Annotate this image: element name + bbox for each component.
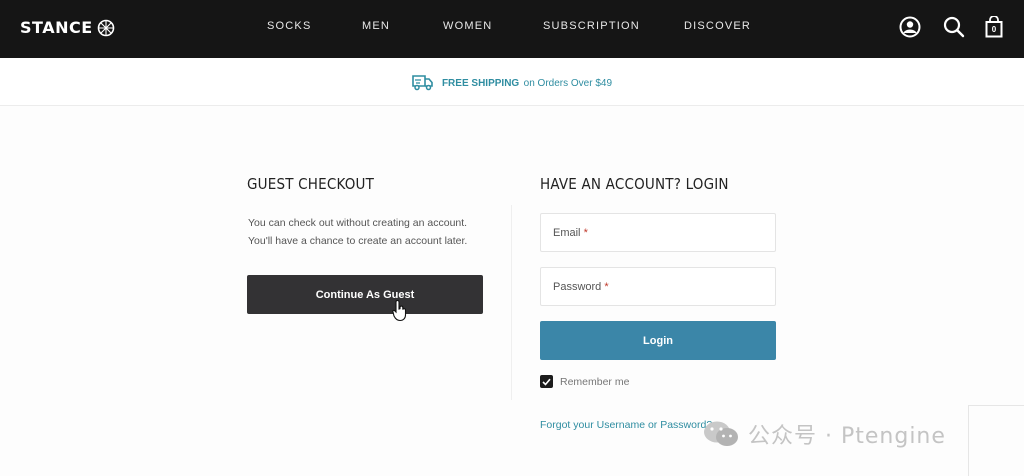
password-field[interactable]: Password * [540, 267, 776, 306]
account-icon[interactable] [899, 16, 921, 38]
cart-count: 0 [991, 25, 997, 34]
free-shipping-banner: FREE SHIPPING on Orders Over $49 [0, 58, 1024, 106]
remember-me-checkbox[interactable] [540, 375, 553, 388]
column-divider [511, 205, 512, 400]
free-shipping-label: FREE SHIPPING [441, 77, 520, 89]
continue-as-guest-button[interactable]: Continue As Guest [247, 275, 483, 314]
search-icon[interactable] [943, 16, 965, 38]
guest-checkout-title: GUEST CHECKOUT [247, 175, 375, 193]
hand-cursor-icon [392, 300, 407, 322]
nav-men[interactable]: MEN [362, 20, 390, 32]
free-shipping-condition: on Orders Over $49 [523, 77, 613, 89]
nav-women[interactable]: WOMEN [443, 20, 492, 32]
remember-me-label: Remember me [560, 375, 630, 388]
nav-discover[interactable]: DISCOVER [684, 20, 751, 32]
delivery-truck-icon [412, 74, 433, 90]
email-placeholder: Email * [553, 227, 588, 239]
watermark: 公众号 · Ptengine [702, 418, 946, 450]
remember-me: Remember me [540, 375, 629, 388]
forgot-credentials-link[interactable]: Forgot your Username or Password? [540, 419, 712, 431]
login-button[interactable]: Login [540, 321, 776, 360]
watermark-text: 公众号 · Ptengine [748, 424, 946, 449]
email-field[interactable]: Email * [540, 213, 776, 252]
login-title: HAVE AN ACCOUNT? LOGIN [540, 175, 729, 193]
nav-subscription[interactable]: SUBSCRIPTION [543, 20, 640, 32]
guest-description-line-1: You can check out without creating an ac… [248, 217, 468, 229]
nav-socks[interactable]: SOCKS [267, 20, 312, 32]
wechat-icon [704, 421, 738, 446]
corner-panel [968, 405, 1024, 476]
guest-description-line-2: You'll have a chance to create an accoun… [248, 235, 468, 247]
checkmark-icon [542, 378, 551, 386]
password-placeholder: Password * [553, 281, 609, 293]
main-menu: SOCKS MEN WOMEN SUBSCRIPTION DISCOVER [0, 20, 1024, 36]
cart-button[interactable]: 0 [985, 16, 1003, 38]
top-navigation-bar: STANCE SOCKS MEN WOMEN SUBSCRIPTION DISC… [0, 0, 1024, 58]
